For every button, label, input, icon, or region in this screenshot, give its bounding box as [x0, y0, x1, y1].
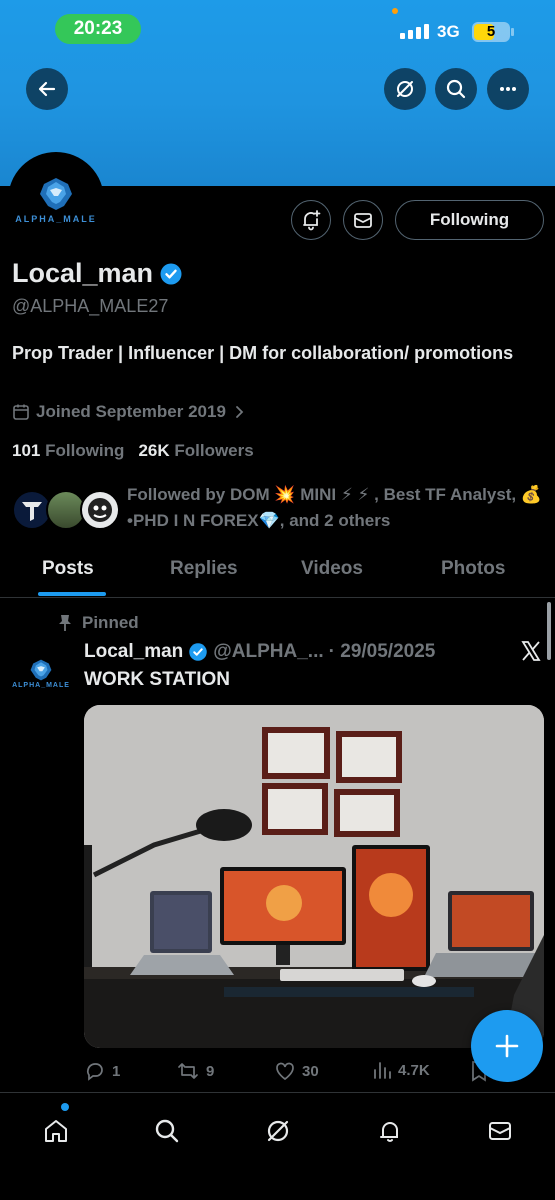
nav-messages[interactable] — [480, 1111, 520, 1151]
workstation-photo — [84, 705, 544, 1048]
like-button[interactable]: 30 — [274, 1060, 319, 1082]
search-icon — [155, 1119, 179, 1143]
repost-icon — [178, 1063, 198, 1079]
battery-tip — [511, 28, 514, 36]
follower-avatar-3 — [80, 490, 120, 530]
scrollbar-thumb[interactable] — [547, 602, 551, 660]
following-button[interactable]: Following — [395, 200, 544, 240]
profile-tabs: Posts Replies Videos Photos — [0, 548, 555, 598]
repost-button[interactable]: 9 — [176, 1060, 214, 1082]
pinned-indicator: Pinned — [58, 613, 139, 633]
post-author-avatar[interactable]: ALPHA_MALE — [12, 644, 70, 702]
notifications-bell-button[interactable] — [291, 200, 331, 240]
x-logo-icon — [521, 641, 541, 661]
message-button[interactable] — [343, 200, 383, 240]
following-label: Following — [45, 441, 125, 460]
nav-notifications[interactable] — [370, 1111, 410, 1151]
battery-icon: 5 — [472, 22, 510, 42]
followers-count-link[interactable]: 26K Followers — [138, 441, 253, 461]
back-button[interactable] — [26, 68, 68, 110]
reply-count: 1 — [112, 1062, 121, 1080]
followed-by-text: Followed by DOM 💥 MINI ⚡ ⚡ , Best TF Ana… — [127, 485, 543, 530]
analytics-icon — [374, 1062, 391, 1079]
tab-posts[interactable]: Posts — [42, 548, 94, 598]
more-icon — [500, 87, 516, 91]
views-count: 4.7K — [398, 1061, 430, 1079]
privacy-indicator-dot — [392, 8, 398, 14]
plus-icon — [495, 1034, 519, 1058]
nav-search[interactable] — [147, 1111, 187, 1151]
reply-button[interactable]: 1 — [84, 1060, 120, 1082]
bell-plus-icon — [303, 210, 321, 231]
tab-videos[interactable]: Videos — [301, 548, 363, 598]
follow-counts: 101 Following 26K Followers — [12, 441, 254, 461]
tab-photos[interactable]: Photos — [441, 548, 505, 598]
followers-count: 26K — [138, 441, 170, 460]
arrow-left-icon — [38, 81, 56, 97]
grok-icon — [397, 81, 413, 97]
post-image[interactable] — [84, 705, 544, 1048]
search-icon — [446, 79, 466, 99]
tab-replies[interactable]: Replies — [170, 548, 238, 598]
bottom-navigation — [0, 1092, 555, 1200]
active-tab-indicator — [38, 592, 106, 596]
nav-home[interactable] — [36, 1111, 76, 1151]
post-date: · 29/05/2025 — [328, 641, 436, 662]
following-count-link[interactable]: 101 Following — [12, 441, 124, 461]
post-author-name[interactable]: Local_man — [84, 641, 183, 663]
status-time: 20:23 — [55, 14, 141, 44]
reply-icon — [86, 1063, 103, 1081]
grok-button[interactable] — [384, 68, 426, 110]
followers-label: Followers — [174, 441, 254, 460]
pinned-label: Pinned — [82, 613, 139, 632]
post-avatar-label: ALPHA_MALE — [12, 681, 70, 689]
calendar-icon — [13, 404, 29, 420]
like-count: 30 — [302, 1062, 319, 1080]
profile-name: Local_man — [12, 258, 154, 288]
home-icon — [45, 1120, 67, 1142]
followed-by-section[interactable]: Followed by DOM 💥 MINI ⚡ ⚡ , Best TF Ana… — [12, 482, 552, 538]
tf-logo-icon — [22, 502, 42, 521]
chevron-right-icon — [236, 406, 244, 418]
more-options-button[interactable] — [487, 68, 529, 110]
pin-icon — [59, 615, 71, 631]
verified-badge-icon — [189, 643, 208, 661]
envelope-icon — [489, 1122, 511, 1140]
eagle-logo-icon — [30, 659, 52, 680]
profile-name-row: Local_man — [12, 258, 183, 289]
network-type: 3G — [437, 22, 460, 41]
post-text: WORK STATION — [84, 669, 230, 690]
envelope-icon — [354, 213, 372, 228]
views-button[interactable]: 4.7K — [372, 1060, 430, 1080]
profile-bio: Prop Trader | Influencer | DM for collab… — [12, 343, 514, 363]
heart-icon — [276, 1062, 294, 1081]
joined-date-row[interactable]: Joined September 2019 — [12, 402, 246, 422]
compose-post-button[interactable] — [471, 1010, 543, 1082]
meme-face-icon — [88, 498, 112, 522]
search-button[interactable] — [435, 68, 477, 110]
profile-avatar[interactable]: ALPHA_MALE — [8, 152, 104, 248]
verified-badge-icon — [160, 263, 182, 284]
signal-icon — [400, 24, 429, 39]
bell-icon — [380, 1122, 398, 1142]
eagle-logo-icon — [40, 178, 72, 210]
joined-date: Joined September 2019 — [36, 402, 226, 421]
following-count: 101 — [12, 441, 41, 460]
battery-level: 5 — [486, 23, 496, 40]
grok-icon — [267, 1120, 289, 1142]
profile-handle: @ALPHA_MALE27 — [12, 296, 169, 316]
home-notification-dot — [61, 1103, 69, 1111]
post-author-handle[interactable]: @ALPHA_... — [213, 641, 323, 663]
nav-grok[interactable] — [258, 1111, 298, 1151]
post-header: Local_man @ALPHA_... · 29/05/2025 — [84, 641, 435, 663]
repost-count: 9 — [206, 1062, 215, 1080]
avatar-label: ALPHA_MALE — [15, 214, 97, 224]
